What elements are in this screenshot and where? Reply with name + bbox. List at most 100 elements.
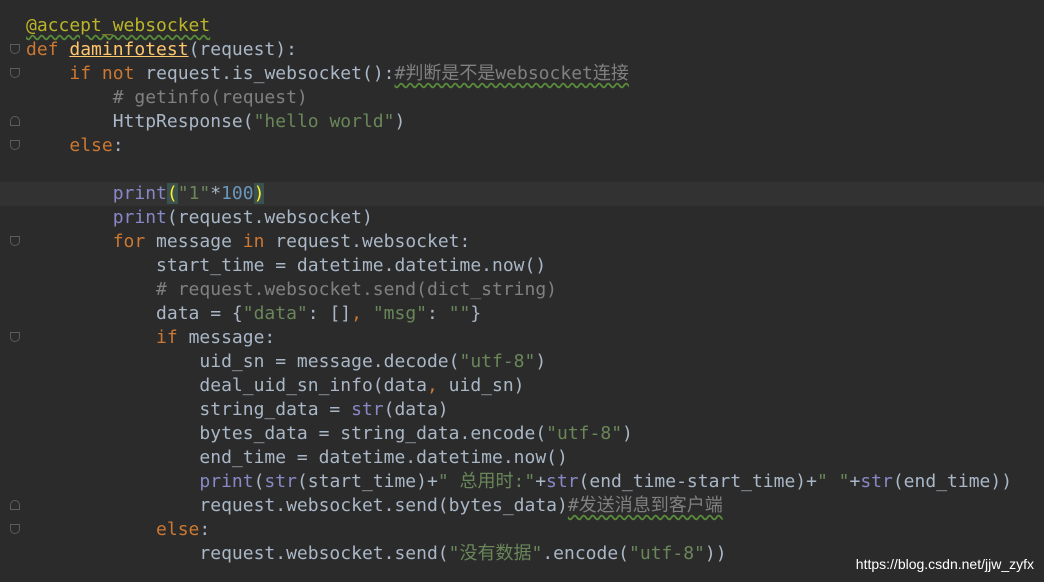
- builtin-print: print: [199, 471, 254, 492]
- fold-marker-icon[interactable]: [10, 44, 20, 54]
- comment: #发送消息到客户端: [567, 495, 723, 516]
- fold-end-marker-icon[interactable]: [10, 500, 20, 510]
- code-line-4: # getinfo(request): [26, 86, 1044, 110]
- code-line-8-current: print("1"*100): [0, 182, 1044, 206]
- iterable: request.websocket:: [264, 231, 471, 252]
- comment: # getinfo(request): [112, 87, 308, 108]
- colon: :: [199, 519, 211, 540]
- code-line-16: deal_uid_sn_info(data, uid_sn): [26, 374, 1044, 398]
- editor-gutter: [0, 0, 22, 582]
- string-literal: "没有数据": [448, 543, 543, 564]
- code-part: }: [470, 303, 482, 324]
- code-part: +: [849, 471, 861, 492]
- code-line-18: bytes_data = string_data.encode("utf-8"): [26, 422, 1044, 446]
- builtin-str: str: [860, 471, 893, 492]
- code-area[interactable]: @accept_websocket def daminfotest(reques…: [0, 14, 1044, 566]
- builtin-str: str: [351, 399, 384, 420]
- fold-marker-icon[interactable]: [10, 524, 20, 534]
- fold-marker-icon[interactable]: [10, 236, 20, 246]
- code-part: :: [427, 303, 449, 324]
- paren: ): [394, 111, 406, 132]
- string-literal: " ": [816, 471, 850, 492]
- code-line-22: else:: [26, 518, 1044, 542]
- keyword-in: in: [242, 231, 265, 252]
- code-line-10: for message in request.websocket:: [26, 230, 1044, 254]
- builtin-str: str: [546, 471, 579, 492]
- keyword-else: else: [69, 135, 113, 156]
- string-literal: "utf-8": [546, 423, 623, 444]
- keyword-for: for: [112, 231, 146, 252]
- code-line-15: uid_sn = message.decode("utf-8"): [26, 350, 1044, 374]
- string-literal: "utf-8": [459, 351, 536, 372]
- code-line-9: print(request.websocket): [26, 206, 1044, 230]
- condition: request.is_websocket():: [134, 63, 395, 84]
- code-part: )): [704, 543, 727, 564]
- code-line-1: @accept_websocket: [26, 14, 1044, 38]
- fold-marker-icon[interactable]: [10, 140, 20, 150]
- builtin-print: print: [112, 183, 167, 204]
- code-part: ): [535, 351, 547, 372]
- string-literal: "1": [177, 183, 211, 204]
- code-part: uid_sn = message.decode(: [199, 351, 460, 372]
- watermark: https://blog.csdn.net/jjw_zyfx: [855, 556, 1034, 572]
- matched-paren: (: [166, 183, 178, 204]
- call: HttpResponse(: [112, 111, 254, 132]
- code-line-12: # request.websocket.send(dict_string): [26, 278, 1044, 302]
- code-line-11: start_time = datetime.datetime.now(): [26, 254, 1044, 278]
- fold-marker-icon[interactable]: [10, 68, 20, 78]
- comma: ,: [426, 375, 438, 396]
- code-editor[interactable]: @accept_websocket def daminfotest(reques…: [0, 0, 1044, 582]
- code-part: (data): [383, 399, 449, 420]
- fold-end-marker-icon[interactable]: [10, 116, 20, 126]
- comment: #判断是不是websocket连接: [394, 63, 629, 84]
- code-line-3: if not request.is_websocket():#判断是不是webs…: [26, 62, 1044, 86]
- code-part: : []: [307, 303, 352, 324]
- params: (request):: [188, 39, 297, 60]
- code-part: uid_sn): [437, 375, 525, 396]
- string-literal: "msg": [372, 303, 428, 324]
- code-part: deal_uid_sn_info(data: [199, 375, 427, 396]
- keyword-not: not: [101, 63, 135, 84]
- code-part: ): [622, 423, 633, 444]
- code-line-2: def daminfotest(request):: [26, 38, 1044, 62]
- statement: end_time = datetime.datetime.now(): [199, 447, 568, 468]
- code-line-13: data = {"data": [], "msg": ""}: [26, 302, 1044, 326]
- string-literal: "": [448, 303, 471, 324]
- code-line-14: if message:: [26, 326, 1044, 350]
- code-part: .encode(: [542, 543, 630, 564]
- string-literal: " 总用时:": [437, 471, 536, 492]
- code-line-6: else:: [26, 134, 1044, 158]
- code-part: +: [535, 471, 547, 492]
- comment: # request.websocket.send(dict_string): [156, 279, 558, 300]
- code-part: (end_time)): [892, 471, 1013, 492]
- code-line-20: print(str(start_time)+" 总用时:"+str(end_ti…: [26, 470, 1044, 494]
- code-part: request.websocket.send(: [199, 543, 449, 564]
- code-part: bytes_data = string_data.encode(: [199, 423, 547, 444]
- code-line-21: request.websocket.send(bytes_data)#发送消息到…: [26, 494, 1044, 518]
- decorator: @accept_websocket: [26, 15, 211, 36]
- code-part: (: [253, 471, 265, 492]
- statement: start_time = datetime.datetime.now(): [156, 255, 547, 276]
- matched-paren: ): [253, 183, 265, 204]
- fold-marker-icon[interactable]: [10, 332, 20, 342]
- keyword-else: else: [156, 519, 200, 540]
- code-part: string_data =: [199, 399, 352, 420]
